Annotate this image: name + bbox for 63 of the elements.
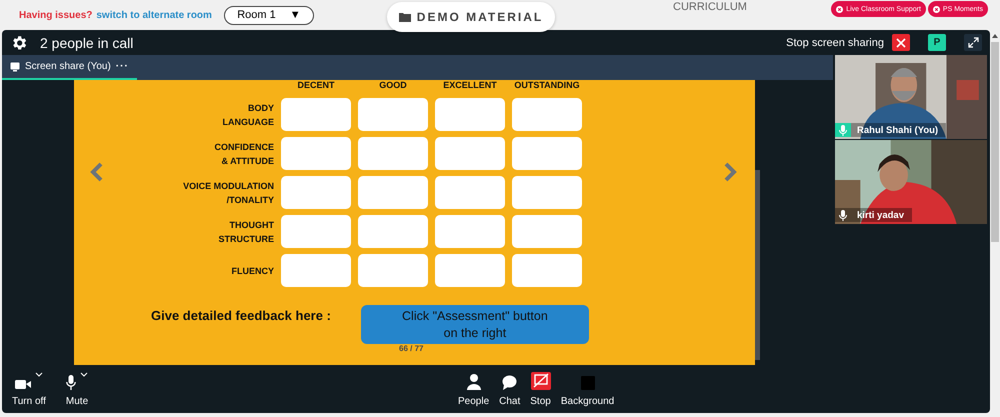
column-heading: EXCELLENT (442, 80, 498, 92)
fullscreen-button[interactable] (964, 34, 982, 51)
rating-box (281, 176, 351, 209)
camera-icon (14, 378, 31, 390)
participant-name: kirti yadav (857, 210, 904, 220)
caret-icon (34, 372, 43, 376)
slide-scrollbar[interactable] (755, 170, 760, 360)
rating-box (435, 215, 505, 248)
curriculum-tab[interactable]: CURRICULUM (673, 1, 747, 13)
rating-box (512, 137, 582, 170)
rating-box (281, 137, 351, 170)
close-circle-icon (836, 6, 844, 12)
people-button[interactable]: People (458, 372, 490, 406)
issue-text: Having issues? (19, 10, 92, 20)
camera-button[interactable]: Turn off (12, 372, 46, 406)
rating-box (435, 98, 505, 131)
row-label: VOICE MODULATION /TONALITY (182, 180, 274, 206)
row-label: FLUENCY (230, 264, 274, 278)
stop-sharing-close-button[interactable] (892, 34, 910, 51)
rating-box (358, 98, 428, 131)
demo-material-button[interactable]: DEMO MATERIAL (387, 2, 555, 32)
rating-box (358, 137, 428, 170)
mic-icon (66, 374, 76, 390)
stop-sharing-label: Stop screen sharing (786, 36, 884, 48)
call-title: 2 people in call (40, 34, 134, 50)
participant-name: Rahul Shahi (You) (857, 124, 938, 136)
row-label: THOUGHT STRUCTURE (218, 218, 274, 246)
rating-box (512, 215, 582, 248)
close-circle-icon (932, 6, 940, 12)
room-select[interactable]: Room 1 ▼ (224, 6, 314, 24)
feedback-label: Give detailed feedback here : (151, 308, 331, 323)
person-icon (466, 374, 481, 390)
stop-share-icon (530, 372, 551, 390)
rating-box (281, 98, 351, 131)
rating-box (358, 254, 428, 287)
rating-box (435, 254, 505, 287)
row-label: BODY LANGUAGE (222, 102, 274, 128)
assessment-note: Click "Assessment" button on the right (360, 305, 589, 344)
close-icon (896, 38, 906, 48)
column-heading: DECENT (296, 80, 336, 92)
rating-box (512, 98, 582, 131)
rating-box (358, 215, 428, 248)
rating-box (281, 254, 351, 287)
rating-box (512, 254, 582, 287)
column-heading: GOOD (378, 80, 408, 92)
rating-box (435, 137, 505, 170)
stop-button[interactable]: Stop (530, 372, 551, 406)
rating-box (281, 215, 351, 248)
chat-button[interactable]: Chat (499, 372, 520, 406)
screen-share-icon (10, 62, 20, 72)
rating-box (512, 176, 582, 209)
caret-icon (80, 372, 88, 376)
page-number: 66 / 77 (399, 344, 424, 353)
rating-box (435, 176, 505, 209)
row-label: CONFIDENCE & ATTITUDE (213, 140, 274, 168)
folder-icon (398, 12, 411, 22)
column-heading: OUTSTANDING (513, 80, 581, 92)
mic-button[interactable]: Mute (66, 372, 88, 406)
background-icon (580, 376, 595, 390)
rating-box (358, 176, 428, 209)
background-button[interactable]: Background (560, 372, 614, 406)
chat-icon (502, 374, 518, 390)
avatar-button[interactable]: P (928, 34, 946, 51)
